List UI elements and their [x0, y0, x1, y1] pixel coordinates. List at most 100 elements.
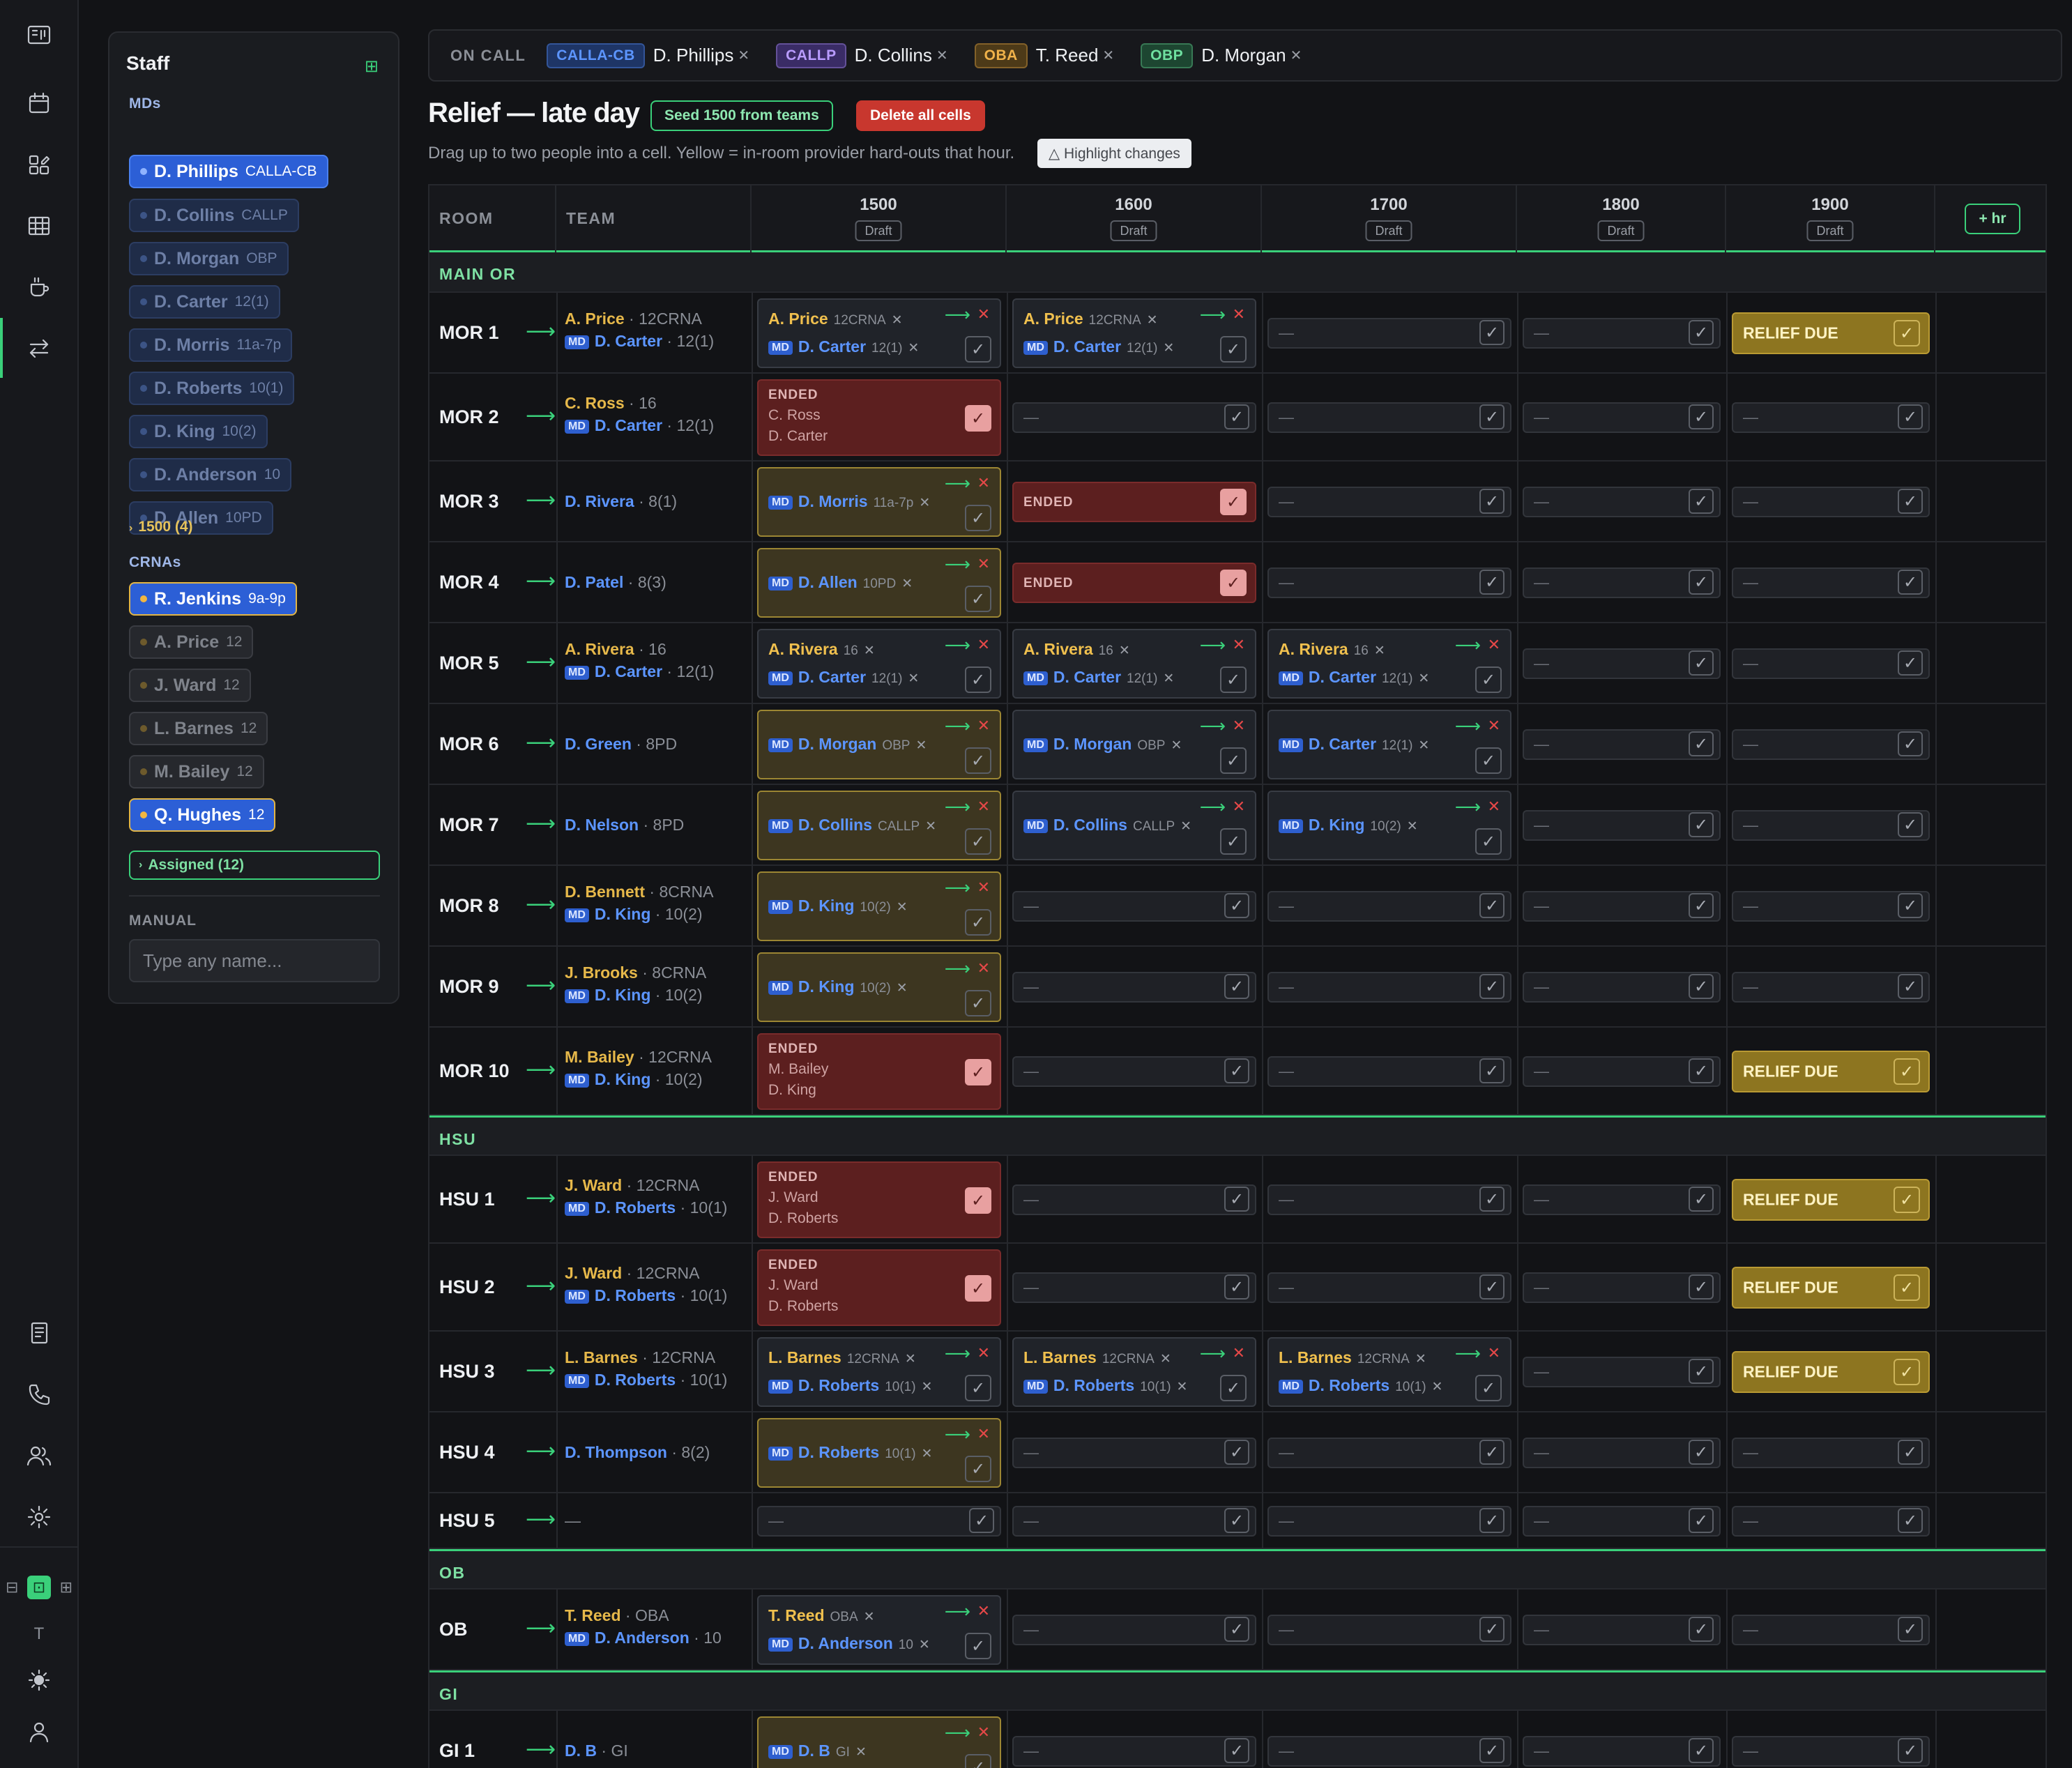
relief-cell[interactable]: — ✓ — [1267, 1615, 1511, 1645]
remove-icon[interactable]: ✕ — [1415, 1352, 1426, 1366]
draft-badge[interactable]: Draft — [1806, 220, 1854, 241]
check-icon[interactable]: ✓ — [1689, 1617, 1714, 1642]
relief-cell[interactable]: — ✓ — [1523, 891, 1721, 922]
check-icon[interactable]: ✓ — [1894, 1359, 1920, 1385]
check-icon[interactable]: ✓ — [1894, 1187, 1920, 1213]
relief-cell[interactable]: — ✓ — [1267, 402, 1511, 433]
relief-cell[interactable]: — ✓ — [1523, 729, 1721, 760]
relief-cell[interactable]: RELIEF DUE ✓ — [1732, 1267, 1930, 1309]
check-icon[interactable]: ✓ — [1689, 893, 1714, 918]
check-icon[interactable]: ✓ — [1689, 404, 1714, 429]
carry-forward-icon[interactable]: ⟶ — [1200, 304, 1226, 326]
relief-cell[interactable]: ENDED J. Ward D. Roberts ✓ — [757, 1249, 1001, 1326]
relief-cell[interactable]: ⟶ ✕ ✓ MD D. Carter 12(1) ✕ — [1267, 710, 1511, 779]
relief-cell[interactable]: — ✓ — [1732, 1438, 1930, 1468]
clear-cell-icon[interactable]: ✕ — [977, 1723, 990, 1742]
remove-icon[interactable]: ✕ — [864, 1610, 875, 1624]
carry-forward-icon[interactable]: ⟶ — [945, 958, 970, 980]
clear-cell-icon[interactable]: ✕ — [1233, 798, 1245, 816]
layout-right-icon[interactable]: ⊞ — [60, 1578, 73, 1596]
check-icon[interactable]: ✓ — [1898, 650, 1923, 676]
relief-cell[interactable]: — ✓ — [1267, 487, 1511, 517]
clear-cell-icon[interactable]: ✕ — [977, 1602, 990, 1620]
relief-cell[interactable]: — ✓ — [1267, 318, 1511, 349]
phone-icon[interactable] — [17, 1372, 61, 1417]
check-icon[interactable]: ✓ — [1220, 1375, 1247, 1401]
carry-forward-icon[interactable]: ⟶ — [945, 1601, 970, 1622]
on-call-item[interactable]: CALLA-CB D. Phillips ✕ — [547, 43, 749, 68]
remove-icon[interactable]: ✕ — [908, 341, 919, 356]
clear-cell-icon[interactable]: ✕ — [1233, 636, 1245, 654]
relief-cell[interactable]: ⟶ ✕ ✓ L. Barnes 12CRNA ✕ MD D. Roberts 10(1) ✕ — [1012, 1337, 1256, 1407]
relief-cell[interactable]: ⟶ ✕ ✓ MD D. Morgan OBP ✕ — [1012, 710, 1256, 779]
relief-cell[interactable]: — ✓ — [1267, 1272, 1511, 1303]
relief-cell[interactable]: ⟶ ✕ ✓ A. Rivera 16 ✕ MD D. Carter 12(1) ✕ — [757, 629, 1001, 699]
relief-cell[interactable]: — ✓ — [1523, 1184, 1721, 1215]
clear-cell-icon[interactable]: ✕ — [1233, 717, 1245, 735]
carry-forward-icon[interactable]: ⟶ — [945, 1343, 970, 1364]
check-icon[interactable]: ✓ — [1224, 893, 1249, 918]
on-call-item[interactable]: CALLP D. Collins ✕ — [776, 43, 948, 68]
clear-cell-icon[interactable]: ✕ — [977, 959, 990, 977]
table-icon[interactable] — [17, 204, 61, 248]
clear-cell-icon[interactable]: ✕ — [1488, 1344, 1500, 1362]
check-icon[interactable]: ✓ — [1220, 570, 1247, 596]
relief-cell[interactable]: ⟶ ✕ ✓ L. Barnes 12CRNA ✕ MD D. Roberts 10(1) ✕ — [757, 1337, 1001, 1407]
staff-chip-md[interactable]: D. Phillips CALLA-CB — [129, 155, 328, 188]
relief-cell[interactable]: — ✓ — [1012, 1272, 1256, 1303]
arrow-right-icon[interactable]: ⟶ — [526, 488, 556, 512]
remove-icon[interactable]: ✕ — [919, 1638, 930, 1652]
check-icon[interactable]: ✓ — [1689, 1359, 1714, 1384]
relief-cell[interactable]: — ✓ — [1523, 972, 1721, 1003]
clear-cell-icon[interactable]: ✕ — [977, 798, 990, 816]
relief-cell[interactable]: ⟶ ✕ ✓ A. Rivera 16 ✕ MD D. Carter 12(1) ✕ — [1012, 629, 1256, 699]
relief-cell[interactable]: — ✓ — [1732, 1736, 1930, 1767]
check-icon[interactable]: ✓ — [1689, 650, 1714, 676]
carry-forward-icon[interactable]: ⟶ — [1200, 1343, 1226, 1364]
clear-cell-icon[interactable]: ✕ — [977, 555, 990, 573]
relief-cell[interactable]: ⟶ ✕ ✓ A. Rivera 16 ✕ MD D. Carter 12(1) ✕ — [1267, 629, 1511, 699]
draft-badge[interactable]: Draft — [1110, 220, 1157, 241]
on-call-item[interactable]: OBP D. Morgan ✕ — [1141, 43, 1302, 68]
remove-icon[interactable]: ✕ — [1160, 1352, 1171, 1366]
check-icon[interactable]: ✓ — [1689, 974, 1714, 999]
layout-center-icon[interactable]: ⊡ — [27, 1576, 51, 1599]
remove-icon[interactable]: ✕ — [936, 47, 948, 64]
check-icon[interactable]: ✓ — [1479, 1274, 1505, 1300]
check-icon[interactable]: ✓ — [1689, 320, 1714, 345]
check-icon[interactable]: ✓ — [1898, 1508, 1923, 1533]
remove-icon[interactable]: ✕ — [1102, 47, 1114, 64]
relief-cell[interactable]: — ✓ — [1267, 972, 1511, 1003]
check-icon[interactable]: ✓ — [965, 1187, 991, 1214]
check-icon[interactable]: ✓ — [1224, 1617, 1249, 1642]
arrow-right-icon[interactable]: ⟶ — [526, 650, 556, 674]
relief-cell[interactable]: ENDED J. Ward D. Roberts ✓ — [757, 1161, 1001, 1238]
check-icon[interactable]: ✓ — [1479, 1187, 1505, 1212]
collapsed-group-1500[interactable]: › 1500 (4) — [129, 519, 193, 535]
check-icon[interactable]: ✓ — [1475, 1375, 1502, 1401]
relief-cell[interactable]: — ✓ — [1732, 648, 1930, 679]
check-icon[interactable]: ✓ — [1898, 1617, 1923, 1642]
check-icon[interactable]: ✓ — [1220, 666, 1247, 693]
relief-cell[interactable]: — ✓ — [1012, 972, 1256, 1003]
check-icon[interactable]: ✓ — [965, 747, 991, 774]
carry-forward-icon[interactable]: ⟶ — [945, 1722, 970, 1744]
clear-cell-icon[interactable]: ✕ — [977, 474, 990, 492]
arrow-right-icon[interactable]: ⟶ — [526, 1737, 556, 1762]
remove-icon[interactable]: ✕ — [908, 671, 919, 686]
sun-theme-icon[interactable] — [17, 1658, 61, 1702]
relief-cell[interactable]: — ✓ — [1012, 1736, 1256, 1767]
relief-cell[interactable]: — ✓ — [1732, 487, 1930, 517]
arrow-right-icon[interactable]: ⟶ — [526, 811, 556, 836]
check-icon[interactable]: ✓ — [1479, 489, 1505, 514]
remove-icon[interactable]: ✕ — [915, 738, 927, 753]
arrow-right-icon[interactable]: ⟶ — [526, 1058, 556, 1082]
check-icon[interactable]: ✓ — [965, 1456, 991, 1482]
carry-forward-icon[interactable]: ⟶ — [945, 1424, 970, 1445]
arrow-right-icon[interactable]: ⟶ — [526, 1616, 556, 1640]
relief-cell[interactable]: RELIEF DUE ✓ — [1732, 1051, 1930, 1092]
check-icon[interactable]: ✓ — [1224, 1274, 1249, 1300]
check-icon[interactable]: ✓ — [1224, 404, 1249, 429]
check-icon[interactable]: ✓ — [1689, 731, 1714, 756]
relief-cell[interactable]: — ✓ — [1732, 810, 1930, 841]
